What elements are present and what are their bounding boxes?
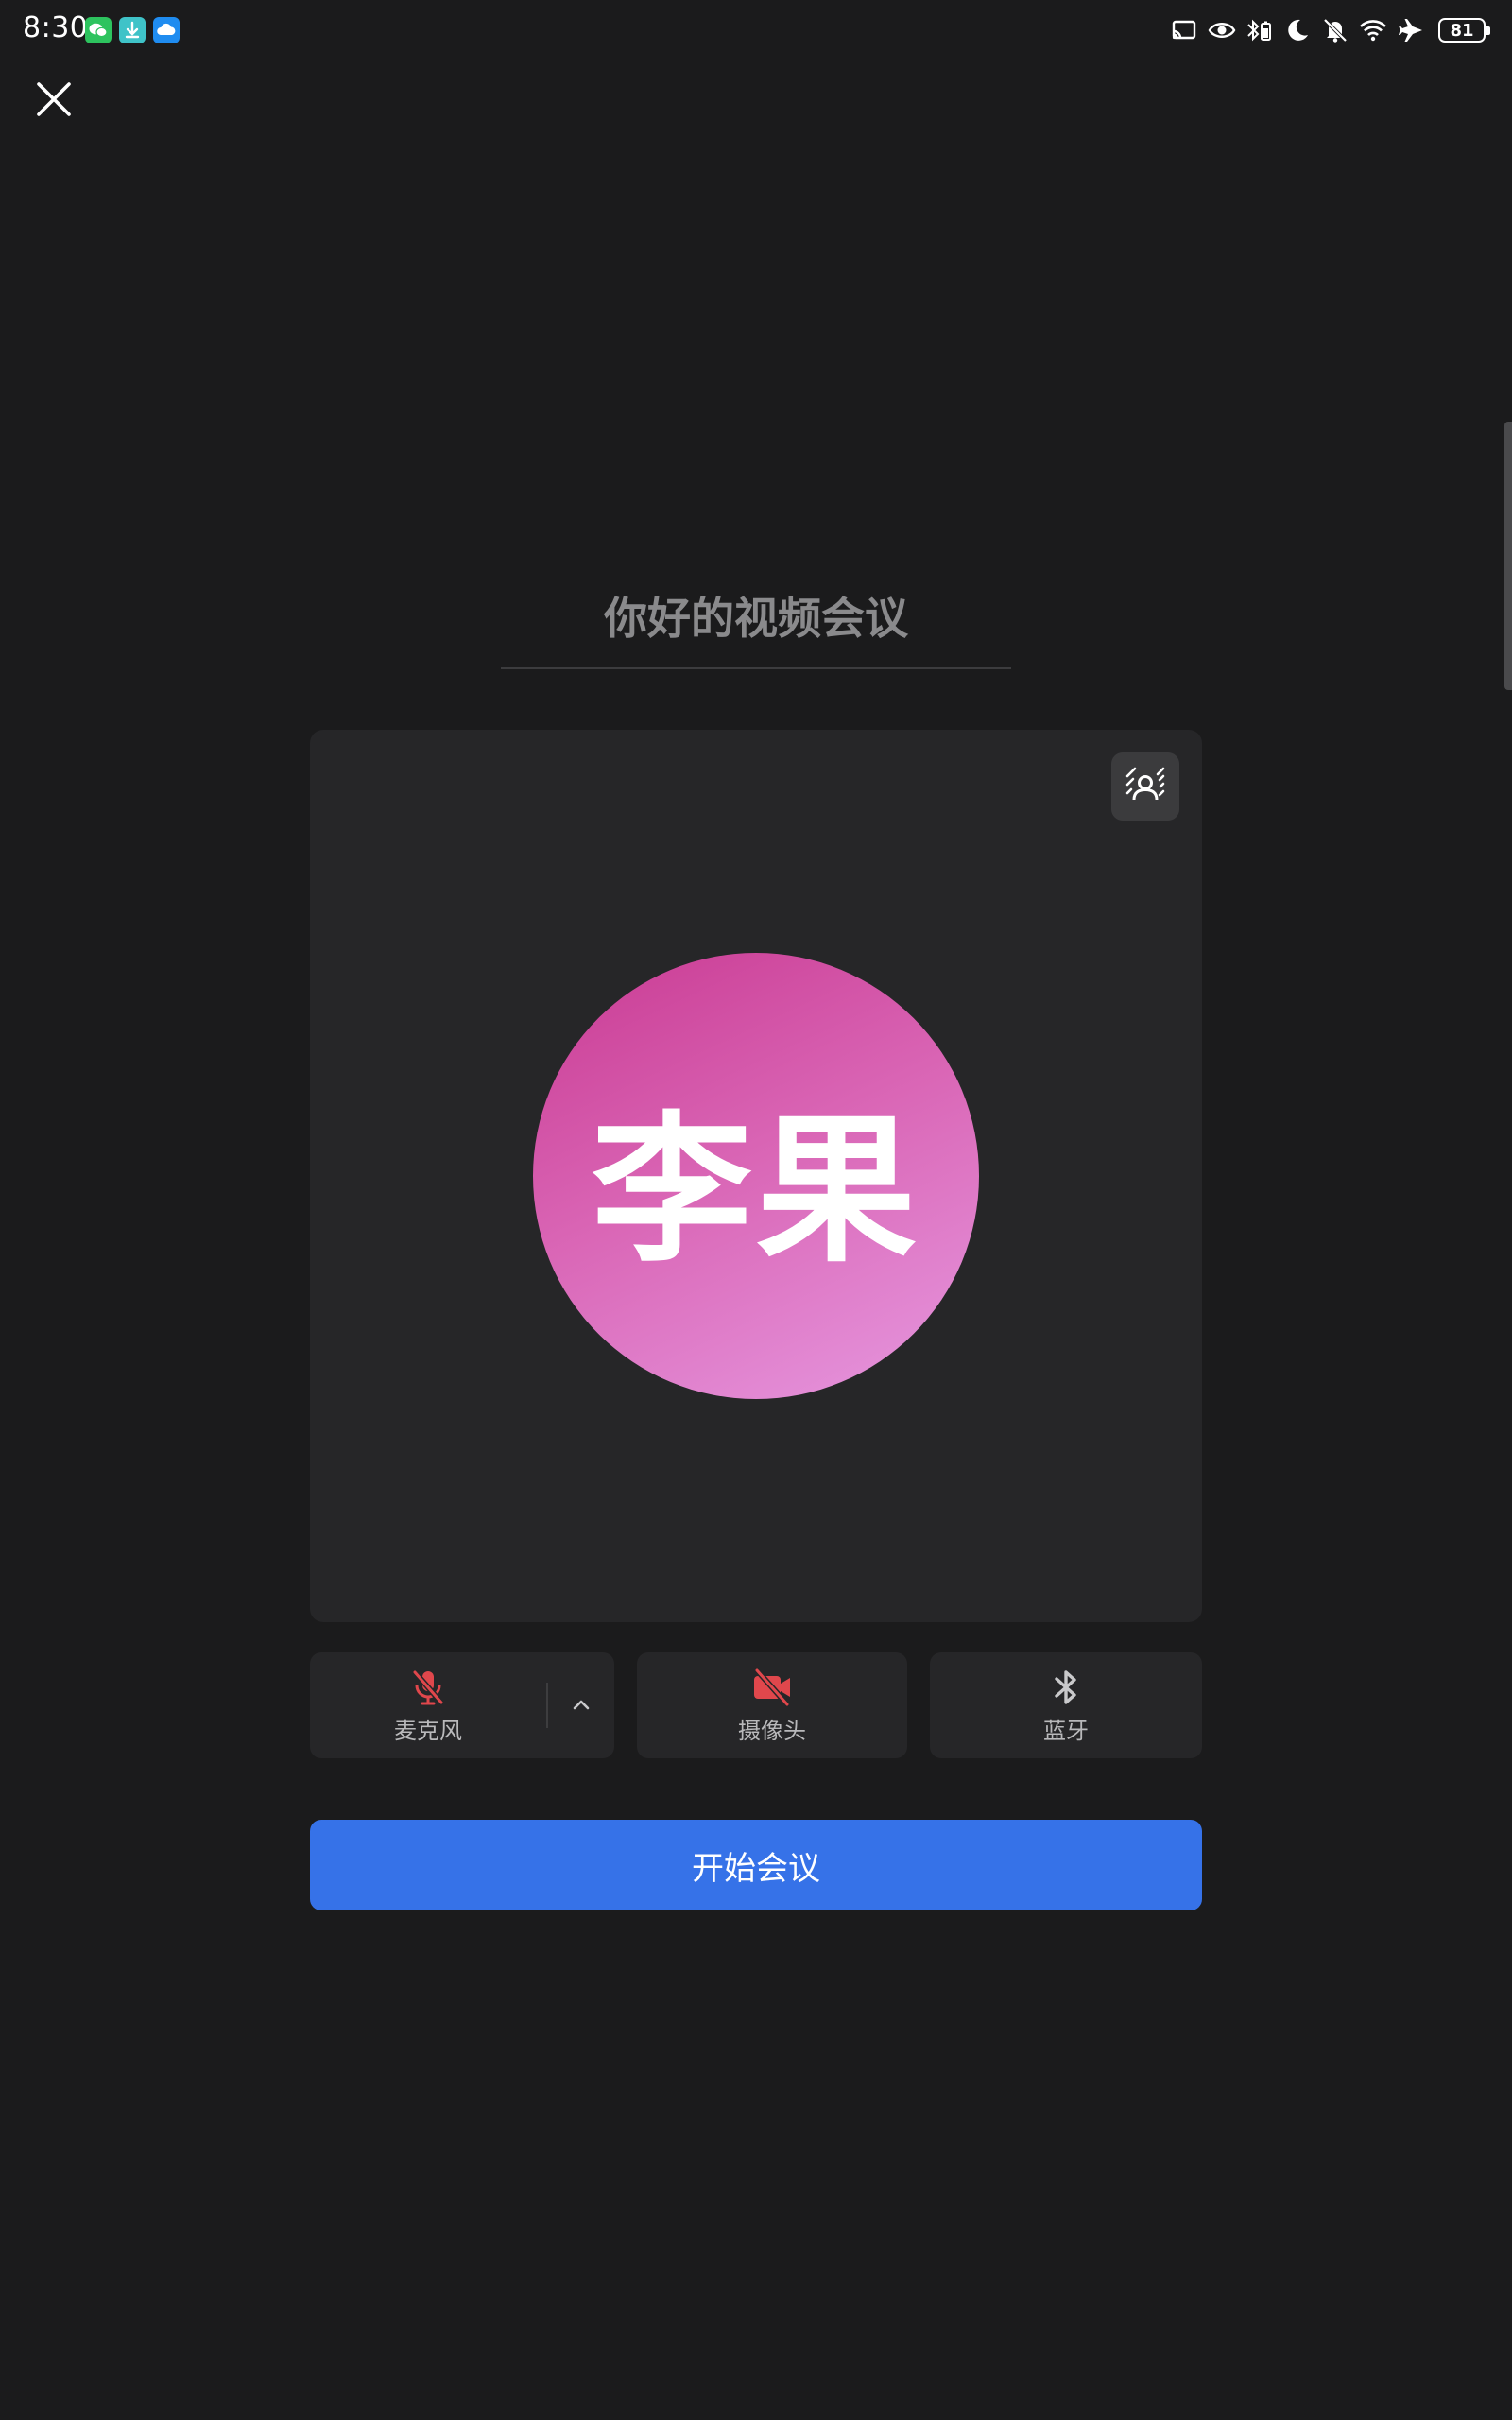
microphone-options-button[interactable] [548, 1652, 614, 1758]
close-button[interactable] [32, 78, 76, 121]
wechat-icon [85, 17, 112, 43]
airplane-icon [1399, 19, 1422, 42]
bluetooth-icon [1055, 1669, 1076, 1704]
bell-off-icon [1323, 18, 1348, 43]
close-icon [37, 82, 71, 116]
meeting-preview-screen: 8:30 81 你好的视频会议 李果 麦克风 摄像头 蓝牙 开始会议 [0, 0, 1512, 2420]
bluetooth-button[interactable]: 蓝牙 [930, 1652, 1202, 1758]
status-bar: 8:30 81 [0, 0, 1512, 60]
start-meeting-button[interactable]: 开始会议 [310, 1820, 1202, 1910]
avatar-name: 李果 [591, 1098, 920, 1285]
battery-indicator: 81 [1438, 18, 1490, 43]
camera-label: 摄像头 [738, 1717, 806, 1744]
virtual-background-icon [1125, 767, 1165, 801]
scroll-handle[interactable] [1504, 422, 1512, 690]
virtual-background-button[interactable] [1111, 752, 1179, 821]
chevron-up-icon [573, 1700, 590, 1710]
bluetooth-control-content: 蓝牙 [930, 1652, 1202, 1758]
moon-icon [1288, 19, 1308, 41]
video-preview: 李果 [310, 730, 1202, 1622]
cloud-icon [153, 17, 180, 43]
microphone-toggle-button[interactable]: 麦克风 [310, 1652, 546, 1758]
download-icon [119, 17, 146, 43]
camera-toggle-button[interactable]: 摄像头 [637, 1652, 907, 1758]
title-underline [501, 667, 1011, 669]
camera-control-content: 摄像头 [637, 1652, 907, 1758]
meeting-title-input[interactable]: 你好的视频会议 [501, 584, 1011, 647]
avatar: 李果 [533, 953, 979, 1399]
wifi-icon [1360, 20, 1386, 42]
system-icons: 81 [1170, 13, 1490, 47]
bluetooth-label: 蓝牙 [1043, 1717, 1089, 1744]
microphone-label: 麦克风 [394, 1717, 462, 1744]
eye-icon [1208, 23, 1236, 38]
mic-off-icon [412, 1669, 444, 1704]
status-time: 8:30 [23, 11, 89, 44]
bluetooth-battery-icon [1247, 19, 1271, 42]
cast-icon [1172, 20, 1196, 40]
camera-off-icon [754, 1668, 790, 1706]
microphone-control: 麦克风 [310, 1652, 614, 1758]
start-meeting-label: 开始会议 [692, 1849, 820, 1888]
